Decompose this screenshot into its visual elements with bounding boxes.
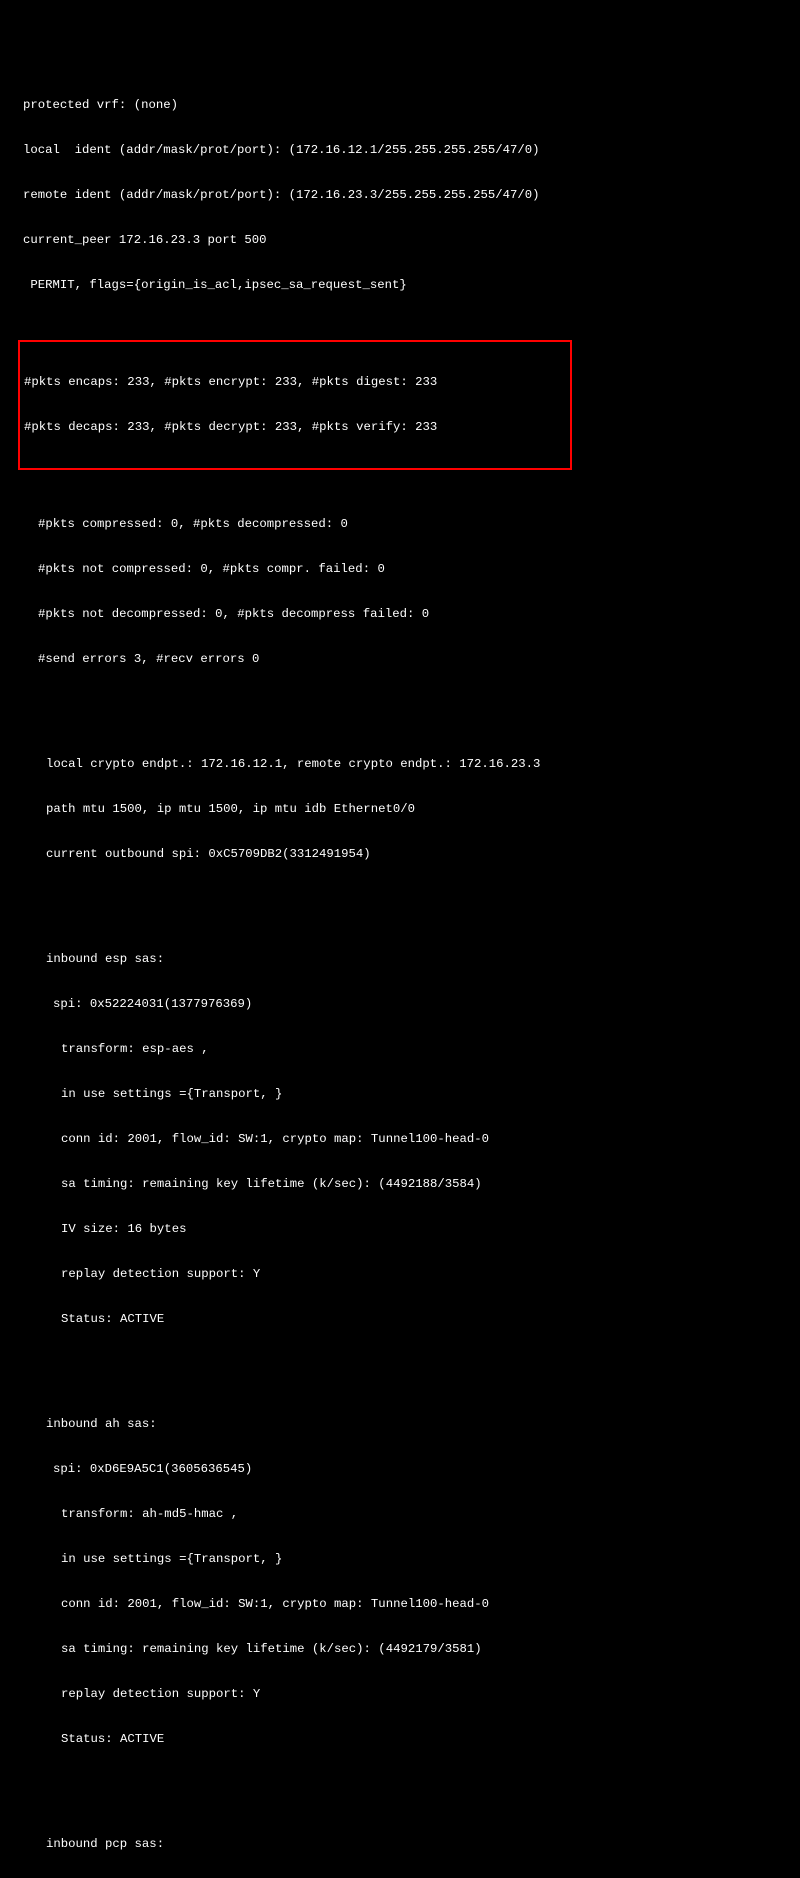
in-esp-status: Status: ACTIVE: [8, 1312, 800, 1327]
pkts-not-compressed: #pkts not compressed: 0, #pkts compr. fa…: [8, 562, 800, 577]
inbound-esp-title: inbound esp sas:: [8, 952, 800, 967]
terminal-output: protected vrf: (none) local ident (addr/…: [8, 68, 800, 1878]
current-peer: current_peer 172.16.23.3 port 500: [8, 233, 800, 248]
path-mtu: path mtu 1500, ip mtu 1500, ip mtu idb E…: [8, 802, 800, 817]
local-ident: local ident (addr/mask/prot/port): (172.…: [8, 143, 800, 158]
pkts-highlight-box: #pkts encaps: 233, #pkts encrypt: 233, #…: [18, 340, 572, 470]
in-esp-inuse: in use settings ={Transport, }: [8, 1087, 800, 1102]
in-esp-timing: sa timing: remaining key lifetime (k/sec…: [8, 1177, 800, 1192]
in-esp-replay: replay detection support: Y: [8, 1267, 800, 1282]
pkts-decaps: #pkts decaps: 233, #pkts decrypt: 233, #…: [24, 420, 566, 435]
in-esp-iv: IV size: 16 bytes: [8, 1222, 800, 1237]
in-ah-transform: transform: ah-md5-hmac ,: [8, 1507, 800, 1522]
in-ah-replay: replay detection support: Y: [8, 1687, 800, 1702]
in-esp-spi: spi: 0x52224031(1377976369): [8, 997, 800, 1012]
inbound-ah-title: inbound ah sas:: [8, 1417, 800, 1432]
in-esp-conn: conn id: 2001, flow_id: SW:1, crypto map…: [8, 1132, 800, 1147]
in-ah-conn: conn id: 2001, flow_id: SW:1, crypto map…: [8, 1597, 800, 1612]
protected-vrf: protected vrf: (none): [8, 98, 800, 113]
inbound-pcp-title: inbound pcp sas:: [8, 1837, 800, 1852]
in-ah-status: Status: ACTIVE: [8, 1732, 800, 1747]
in-ah-timing: sa timing: remaining key lifetime (k/sec…: [8, 1642, 800, 1657]
remote-ident: remote ident (addr/mask/prot/port): (172…: [8, 188, 800, 203]
permit-flags: PERMIT, flags={origin_is_acl,ipsec_sa_re…: [8, 278, 800, 293]
pkts-not-decompressed: #pkts not decompressed: 0, #pkts decompr…: [8, 607, 800, 622]
send-recv-errors: #send errors 3, #recv errors 0: [8, 652, 800, 667]
crypto-endpt: local crypto endpt.: 172.16.12.1, remote…: [8, 757, 800, 772]
in-esp-transform: transform: esp-aes ,: [8, 1042, 800, 1057]
pkts-encaps: #pkts encaps: 233, #pkts encrypt: 233, #…: [24, 375, 566, 390]
in-ah-inuse: in use settings ={Transport, }: [8, 1552, 800, 1567]
outbound-spi: current outbound spi: 0xC5709DB2(3312491…: [8, 847, 800, 862]
in-ah-spi: spi: 0xD6E9A5C1(3605636545): [8, 1462, 800, 1477]
pkts-compressed: #pkts compressed: 0, #pkts decompressed:…: [8, 517, 800, 532]
